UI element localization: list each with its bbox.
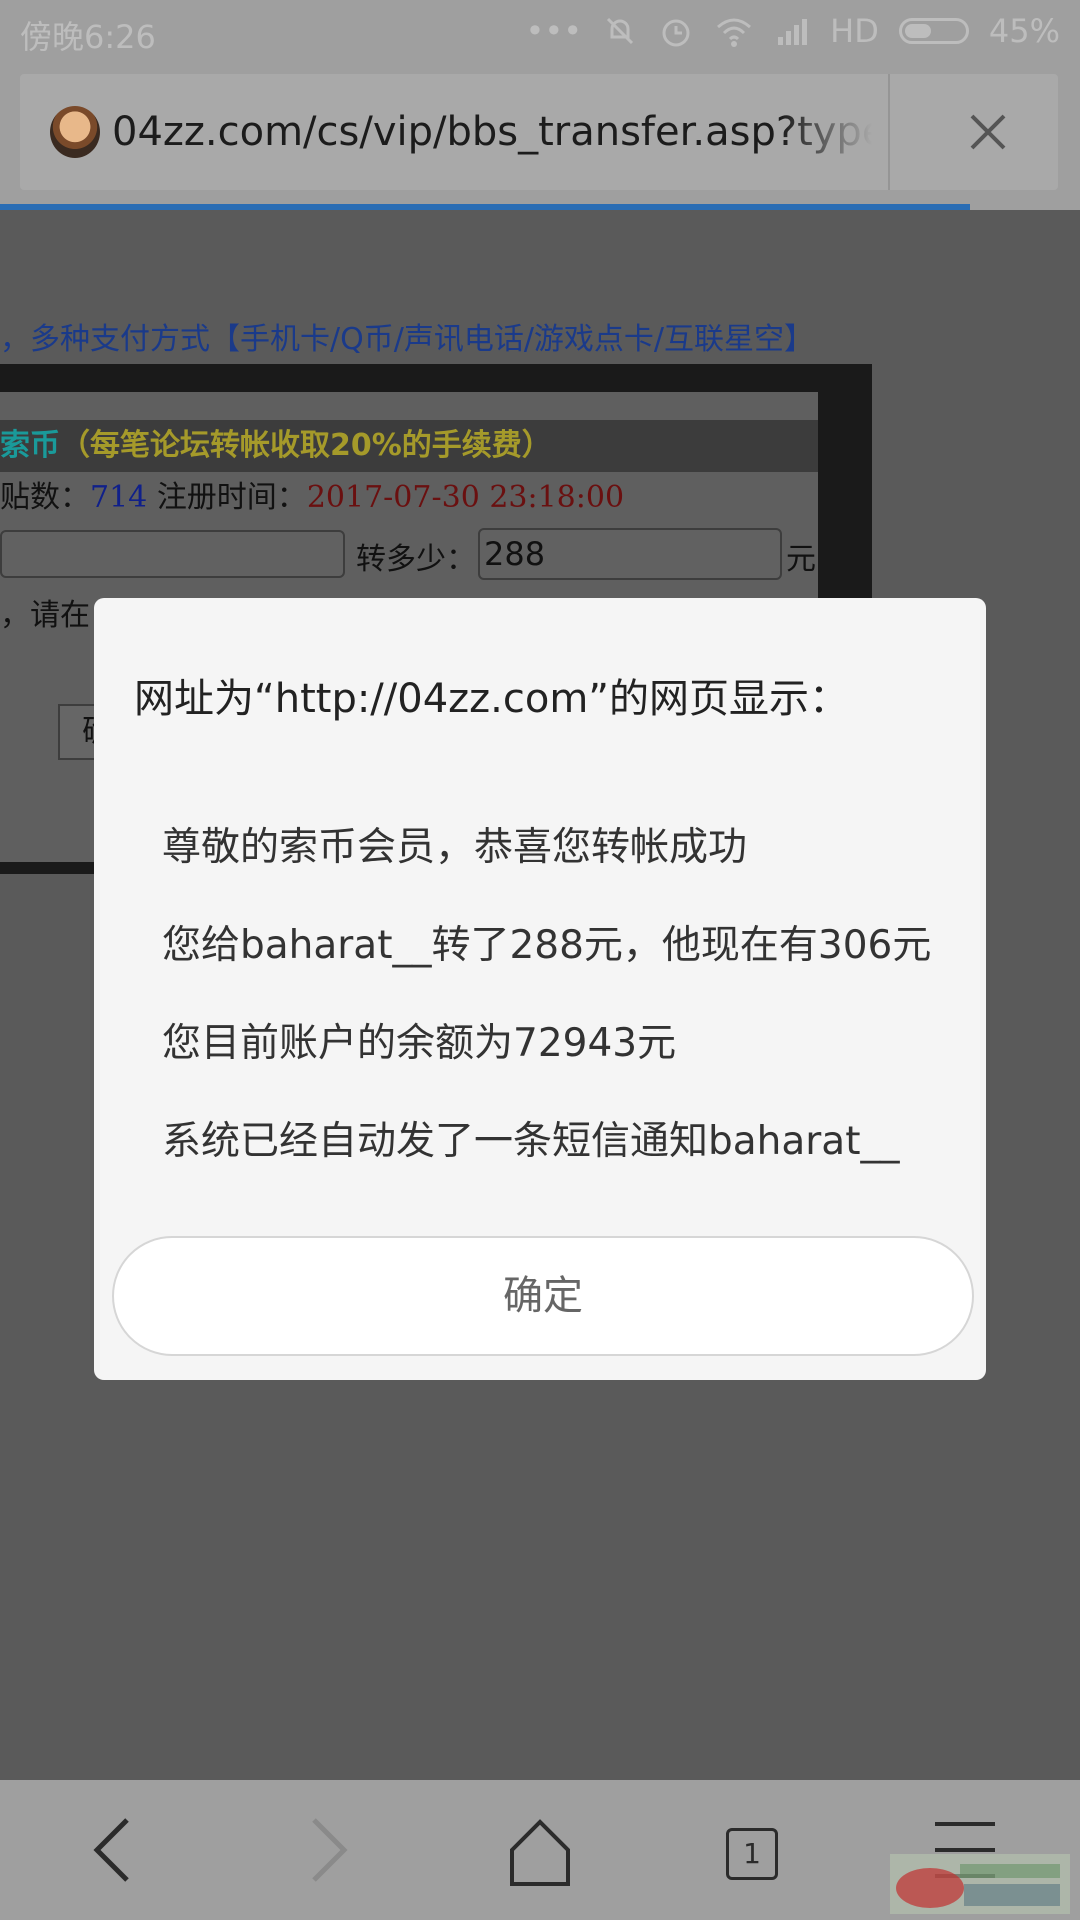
site-watermark-icon	[890, 1854, 1070, 1914]
user-info-row: 贴数：714 注册时间：2017-07-30 23:18:00	[0, 472, 818, 524]
close-icon[interactable]	[960, 104, 1016, 160]
reg-label: 注册时间：	[156, 480, 307, 515]
status-bar: 傍晚6:26 ••• HD 45%	[0, 0, 1080, 62]
alarm-icon	[662, 19, 690, 47]
mute-icon	[607, 17, 634, 45]
recipient-field[interactable]	[0, 530, 345, 578]
signal-icon	[778, 19, 808, 45]
reg-value: 2017-07-30 23:18:00	[306, 480, 625, 515]
battery-percent: 45%	[988, 12, 1060, 50]
forward-icon[interactable]	[266, 1780, 386, 1920]
address-divider	[888, 74, 890, 190]
dialog-message-line: 您给baharat__转了288元，他现在有306元	[162, 923, 932, 968]
wifi-icon	[717, 18, 752, 47]
panel-title-prefix: 索币	[0, 428, 60, 463]
home-icon[interactable]	[480, 1780, 600, 1920]
url-text[interactable]: 04zz.com/cs/vip/bbs_transfer.asp?type=s	[112, 104, 872, 160]
network-type: HD	[830, 12, 879, 50]
ok-button[interactable]: 确定	[112, 1236, 974, 1356]
amount-unit: 元	[786, 542, 816, 577]
dialog-title: 网址为“http://04zz.com”的网页显示：	[134, 676, 850, 722]
battery-level	[904, 24, 931, 38]
more-dots-icon: •••	[525, 12, 583, 50]
panel-title: 索币（每笔论坛转帐收取20%的手续费）	[0, 420, 818, 472]
dialog-message-line: 系统已经自动发了一条短信通知baharat__	[162, 1119, 900, 1164]
amount-input[interactable]: 288	[478, 528, 782, 580]
posts-label: 贴数：	[0, 480, 90, 515]
status-time: 傍晚6:26	[20, 18, 156, 56]
alert-dialog: 网址为“http://04zz.com”的网页显示： 尊敬的索币会员，恭喜您转帐…	[94, 598, 986, 1380]
posts-value: 714	[90, 480, 148, 515]
dialog-message-line: 您目前账户的余额为72943元	[162, 1021, 677, 1066]
dialog-message-line: 尊敬的索币会员，恭喜您转帐成功	[162, 825, 748, 870]
tabs-icon[interactable]: 1	[726, 1828, 778, 1880]
amount-label: 转多少：	[356, 542, 476, 577]
hint-text: ，请在	[0, 598, 90, 633]
back-icon[interactable]	[55, 1780, 175, 1920]
panel-title-note: （每笔论坛转帐收取20%的手续费）	[60, 428, 552, 463]
transfer-row: 转多少： 288 元	[0, 524, 818, 584]
site-favicon-icon	[50, 106, 100, 158]
address-bar-area: 04zz.com/cs/vip/bbs_transfer.asp?type=s	[0, 62, 1080, 210]
payment-methods-link[interactable]: ，多种支付方式【手机卡/Q币/声讯电话/游戏点卡/互联星空】	[0, 314, 814, 358]
battery-icon	[898, 18, 969, 44]
status-icons: ••• HD 45%	[526, 8, 1060, 54]
address-bar[interactable]: 04zz.com/cs/vip/bbs_transfer.asp?type=s	[20, 74, 1058, 190]
